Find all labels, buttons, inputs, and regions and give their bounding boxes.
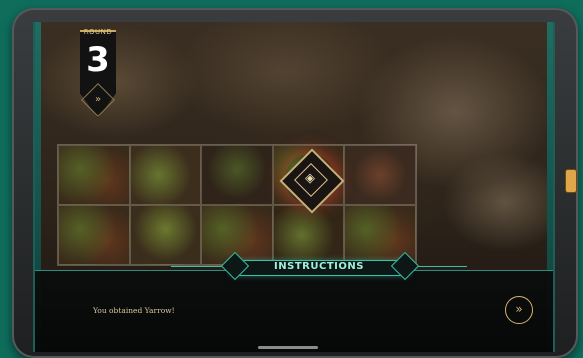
round-advance-icon[interactable]: » — [86, 88, 110, 112]
board-tile[interactable] — [201, 145, 273, 205]
board-tile[interactable] — [58, 205, 130, 265]
eye-icon: ◈ — [305, 171, 315, 186]
instruction-message: You obtained Yarrow! — [93, 306, 175, 315]
header-line-right — [413, 266, 467, 267]
board-tile[interactable] — [129, 145, 202, 205]
home-indicator — [258, 346, 318, 349]
board-tile[interactable] — [58, 145, 130, 205]
board-tile[interactable] — [344, 145, 416, 205]
board-grid — [57, 144, 417, 266]
player-marker[interactable]: ◈ — [279, 148, 345, 214]
right-side-tab — [566, 170, 576, 192]
instructions-title: INSTRUCTIONS — [274, 261, 364, 272]
round-label: ROUND — [83, 28, 113, 36]
round-number: 3 — [86, 40, 110, 80]
header-line-left — [171, 266, 225, 267]
instructions-header: INSTRUCTIONS — [171, 251, 467, 281]
board-tile[interactable] — [129, 205, 202, 265]
game-screen: ROUND 3 » ◈ INSTRUCTIONS You obtained Ya… — [33, 22, 555, 352]
next-button[interactable]: » — [505, 296, 533, 324]
